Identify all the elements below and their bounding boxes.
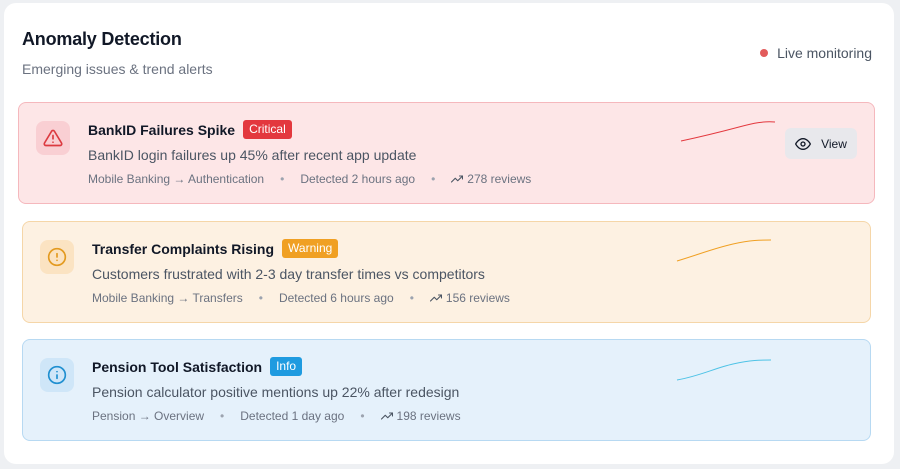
alert-meta: Mobile Banking → Authentication • Detect… bbox=[88, 172, 531, 186]
alert-content: BankID Failures Spike Critical BankID lo… bbox=[88, 120, 531, 186]
panel-subtitle: Emerging issues & trend alerts bbox=[22, 61, 213, 77]
alert-description: Customers frustrated with 2-3 day transf… bbox=[92, 266, 485, 282]
alert-detected: Detected 1 day ago bbox=[240, 409, 345, 423]
warning-triangle-icon bbox=[36, 121, 70, 155]
severity-badge: Warning bbox=[282, 239, 339, 258]
anomaly-detection-panel: Anomaly Detection Emerging issues & tren… bbox=[4, 3, 894, 464]
alert-description: BankID login failures up 45% after recen… bbox=[88, 147, 417, 163]
alert-reviews-count: 198 reviews bbox=[396, 409, 461, 423]
trending-up-icon bbox=[380, 412, 393, 420]
live-dot-icon bbox=[760, 49, 769, 57]
trend-sparkline bbox=[676, 359, 772, 381]
panel-header: Anomaly Detection Emerging issues & tren… bbox=[22, 29, 872, 77]
alert-content: Transfer Complaints Rising Warning Custo… bbox=[92, 239, 510, 305]
meta-separator: • bbox=[360, 409, 365, 423]
live-monitoring-indicator: Live monitoring bbox=[760, 45, 872, 61]
alert-title: BankID Failures Spike bbox=[88, 121, 236, 138]
severity-badge: Info bbox=[270, 357, 303, 376]
severity-badge: Critical bbox=[243, 120, 292, 139]
alert-meta: Mobile Banking → Transfers • Detected 6 … bbox=[92, 291, 510, 305]
alert-reviews: 156 reviews bbox=[429, 291, 510, 305]
alert-content: Pension Tool Satisfaction Info Pension c… bbox=[92, 357, 461, 423]
alert-path: Pension → Overview bbox=[92, 409, 205, 423]
alert-path: Mobile Banking → Transfers bbox=[92, 291, 243, 305]
alert-card-critical[interactable]: BankID Failures Spike Critical BankID lo… bbox=[18, 102, 875, 204]
alert-description: Pension calculator positive mentions up … bbox=[92, 384, 460, 400]
meta-separator: • bbox=[220, 409, 225, 423]
trending-up-icon bbox=[451, 175, 464, 183]
alert-title: Transfer Complaints Rising bbox=[92, 240, 275, 257]
view-button-label: View bbox=[821, 136, 847, 151]
trend-sparkline bbox=[680, 121, 776, 142]
eye-icon bbox=[795, 137, 812, 150]
trend-sparkline bbox=[676, 239, 772, 262]
alert-card-info[interactable]: Pension Tool Satisfaction Info Pension c… bbox=[22, 339, 871, 441]
view-button[interactable]: View bbox=[785, 128, 857, 159]
alert-detected: Detected 2 hours ago bbox=[300, 172, 416, 186]
panel-title: Anomaly Detection bbox=[22, 29, 182, 49]
alert-detected: Detected 6 hours ago bbox=[278, 291, 394, 305]
meta-separator: • bbox=[258, 291, 263, 305]
trending-up-icon bbox=[429, 294, 442, 302]
meta-separator: • bbox=[431, 172, 436, 186]
meta-separator: • bbox=[280, 172, 285, 186]
alert-path: Mobile Banking → Authentication bbox=[88, 172, 265, 186]
alert-reviews: 198 reviews bbox=[380, 409, 461, 423]
alert-card-warning[interactable]: Transfer Complaints Rising Warning Custo… bbox=[22, 221, 871, 323]
alert-circle-icon bbox=[40, 240, 74, 274]
alert-title: Pension Tool Satisfaction bbox=[92, 358, 263, 375]
alert-reviews-count: 156 reviews bbox=[445, 291, 510, 305]
alert-reviews-count: 278 reviews bbox=[467, 172, 532, 186]
live-monitoring-label: Live monitoring bbox=[777, 45, 872, 61]
alert-reviews: 278 reviews bbox=[451, 172, 531, 186]
meta-separator: • bbox=[409, 291, 414, 305]
info-circle-icon bbox=[40, 358, 74, 392]
alert-meta: Pension → Overview • Detected 1 day ago … bbox=[92, 409, 461, 423]
